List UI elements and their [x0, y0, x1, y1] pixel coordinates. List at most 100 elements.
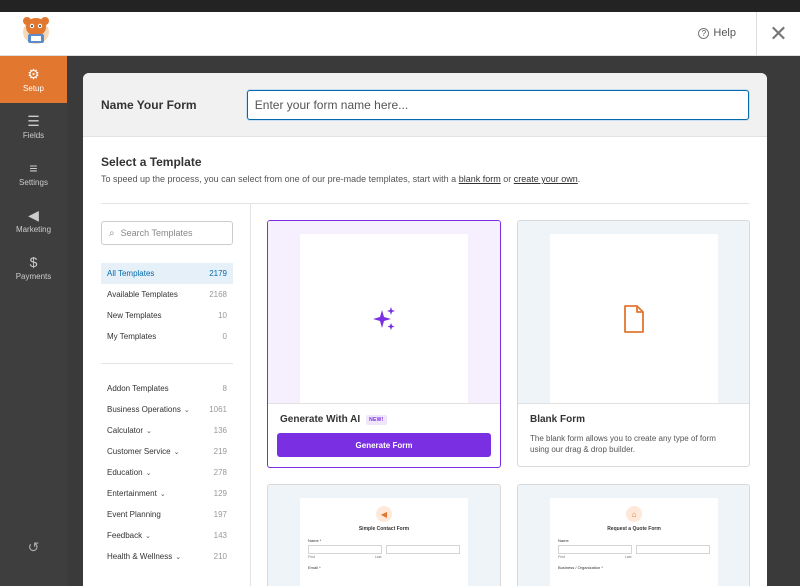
sliders-icon: ≡ — [29, 159, 38, 176]
card-preview: ⌂ Request a Quote Form Name First Last B… — [518, 485, 749, 586]
preview-sublabel: First — [308, 555, 315, 559]
dollar-icon: $ — [29, 253, 38, 270]
form-name-input[interactable] — [246, 89, 749, 120]
card-preview: ◀ Simple Contact Form Name * First Last … — [268, 485, 500, 586]
category-count: 197 — [213, 510, 227, 519]
builder-sidebar: ⚙ Setup ☰ Fields ≡ Settings ◀ Marketing … — [0, 56, 67, 586]
fields-icon: ☰ — [27, 112, 40, 129]
category-count: 219 — [213, 447, 227, 456]
help-link[interactable]: ? Help — [698, 27, 736, 39]
sidebar-item-label: Settings — [19, 177, 48, 187]
preview-field — [308, 545, 382, 554]
chevron-down-icon: ⌄ — [183, 407, 190, 414]
card-paper — [300, 234, 468, 403]
category-count: 8 — [222, 384, 227, 393]
category-label: Available Templates — [107, 290, 178, 299]
sidebar-item-label: Payments — [15, 271, 52, 281]
search-placeholder: Search Templates — [120, 228, 193, 238]
chevron-down-icon: ⌄ — [175, 554, 182, 561]
preview-sublabel: Last — [624, 555, 632, 559]
template-card-generate-ai[interactable]: Generate With AI NEW! Generate Form — [267, 220, 501, 468]
category-label: Event Planning — [107, 510, 161, 519]
divider — [101, 363, 233, 364]
category-addon-templates[interactable]: Addon Templates 8 — [101, 378, 233, 399]
category-label: All Templates — [107, 269, 155, 278]
card-title-text: Generate With AI — [280, 414, 361, 425]
card-paper — [550, 234, 718, 403]
preview-field — [558, 545, 632, 554]
category-label: Calculator — [107, 426, 144, 435]
category-entertainment[interactable]: Entertainment ⌄ 129 — [101, 483, 233, 504]
category-my-templates[interactable]: My Templates 0 — [101, 326, 233, 347]
preview-title: Request a Quote Form — [607, 526, 661, 532]
category-business-operations[interactable]: Business Operations ⌄ 1061 — [101, 399, 233, 420]
topbar-shade — [0, 0, 800, 12]
new-badge: NEW! — [366, 414, 387, 425]
category-customer-service[interactable]: Customer Service ⌄ 219 — [101, 441, 233, 462]
sidebar-item-fields[interactable]: ☰ Fields — [0, 103, 67, 150]
blank-form-link[interactable]: blank form — [459, 174, 501, 184]
search-templates-input[interactable]: ⌕ Search Templates — [101, 221, 233, 245]
preview-sublabel: Last — [374, 555, 382, 559]
category-label: Education — [107, 468, 143, 477]
preview-sublabel: First — [558, 555, 565, 559]
card-paper: ⌂ Request a Quote Form Name First Last B… — [550, 498, 718, 586]
category-count: 2179 — [209, 269, 227, 278]
category-list-top: All Templates 2179 Available Templates 2… — [101, 263, 233, 347]
category-label: Business Operations — [107, 405, 181, 414]
category-count: 129 — [213, 489, 227, 498]
preview-label: Name — [558, 538, 569, 543]
close-button[interactable]: ✕ — [756, 12, 800, 56]
wpforms-logo-icon — [18, 12, 54, 46]
megaphone-icon: ◀ — [376, 506, 392, 522]
category-event-planning[interactable]: Event Planning 197 — [101, 504, 233, 525]
card-preview — [268, 221, 500, 403]
category-label: Customer Service — [107, 447, 171, 456]
template-title: Select a Template — [101, 155, 202, 169]
file-icon — [624, 304, 644, 333]
card-paper: ◀ Simple Contact Form Name * First Last … — [300, 498, 468, 586]
category-new-templates[interactable]: New Templates 10 — [101, 305, 233, 326]
category-health-wellness[interactable]: Health & Wellness ⌄ 210 — [101, 546, 233, 567]
category-calculator[interactable]: Calculator ⌄ 136 — [101, 420, 233, 441]
sidebar-item-payments[interactable]: $ Payments — [0, 244, 67, 291]
preview-field — [636, 545, 710, 554]
sidebar-item-marketing[interactable]: ◀ Marketing — [0, 197, 67, 244]
generate-form-button[interactable]: Generate Form — [277, 433, 491, 457]
preview-label: Email * — [308, 565, 321, 570]
desc-text: . — [577, 174, 581, 184]
category-count: 2168 — [209, 290, 227, 299]
template-card-contact-form[interactable]: ◀ Simple Contact Form Name * First Last … — [267, 484, 501, 586]
preview-title: Simple Contact Form — [358, 526, 410, 532]
category-all-templates[interactable]: All Templates 2179 — [101, 263, 233, 284]
chevron-down-icon: ⌄ — [173, 449, 180, 456]
new-form-modal: Name Your Form Select a Template To spee… — [83, 73, 767, 586]
category-label: Health & Wellness — [107, 552, 173, 561]
chevron-down-icon: ⌄ — [145, 533, 152, 540]
card-title: Blank Form — [530, 414, 586, 425]
template-description: To speed up the process, you can select … — [101, 174, 749, 184]
sidebar-item-label: Setup — [23, 83, 44, 93]
preview-row — [558, 545, 710, 554]
template-card-quote-form[interactable]: ⌂ Request a Quote Form Name First Last B… — [517, 484, 750, 586]
card-title: Generate With AI NEW! — [280, 414, 488, 425]
category-education[interactable]: Education ⌄ 278 — [101, 462, 233, 483]
category-count: 0 — [222, 332, 227, 341]
form-name-row: Name Your Form — [83, 73, 767, 137]
sidebar-item-setup[interactable]: ⚙ Setup — [0, 56, 67, 103]
template-filters: ⌕ Search Templates All Templates 2179 Av… — [101, 221, 233, 567]
category-count: 10 — [218, 311, 227, 320]
category-count: 278 — [213, 468, 227, 477]
history-icon[interactable]: ↺ — [0, 539, 67, 556]
template-card-blank-form[interactable]: Blank Form The blank form allows you to … — [517, 220, 750, 467]
sparkle-icon — [373, 306, 395, 330]
template-header: Select a Template To speed up the proces… — [83, 137, 767, 184]
sidebar-item-settings[interactable]: ≡ Settings — [0, 150, 67, 197]
category-feedback[interactable]: Feedback ⌄ 143 — [101, 525, 233, 546]
preview-sublabels: First Last — [308, 555, 460, 559]
category-list: Addon Templates 8 Business Operations ⌄ 1… — [101, 378, 233, 567]
create-your-own-link[interactable]: create your own — [514, 174, 578, 184]
category-label: Addon Templates — [107, 384, 169, 393]
category-count: 210 — [213, 552, 227, 561]
category-available-templates[interactable]: Available Templates 2168 — [101, 284, 233, 305]
